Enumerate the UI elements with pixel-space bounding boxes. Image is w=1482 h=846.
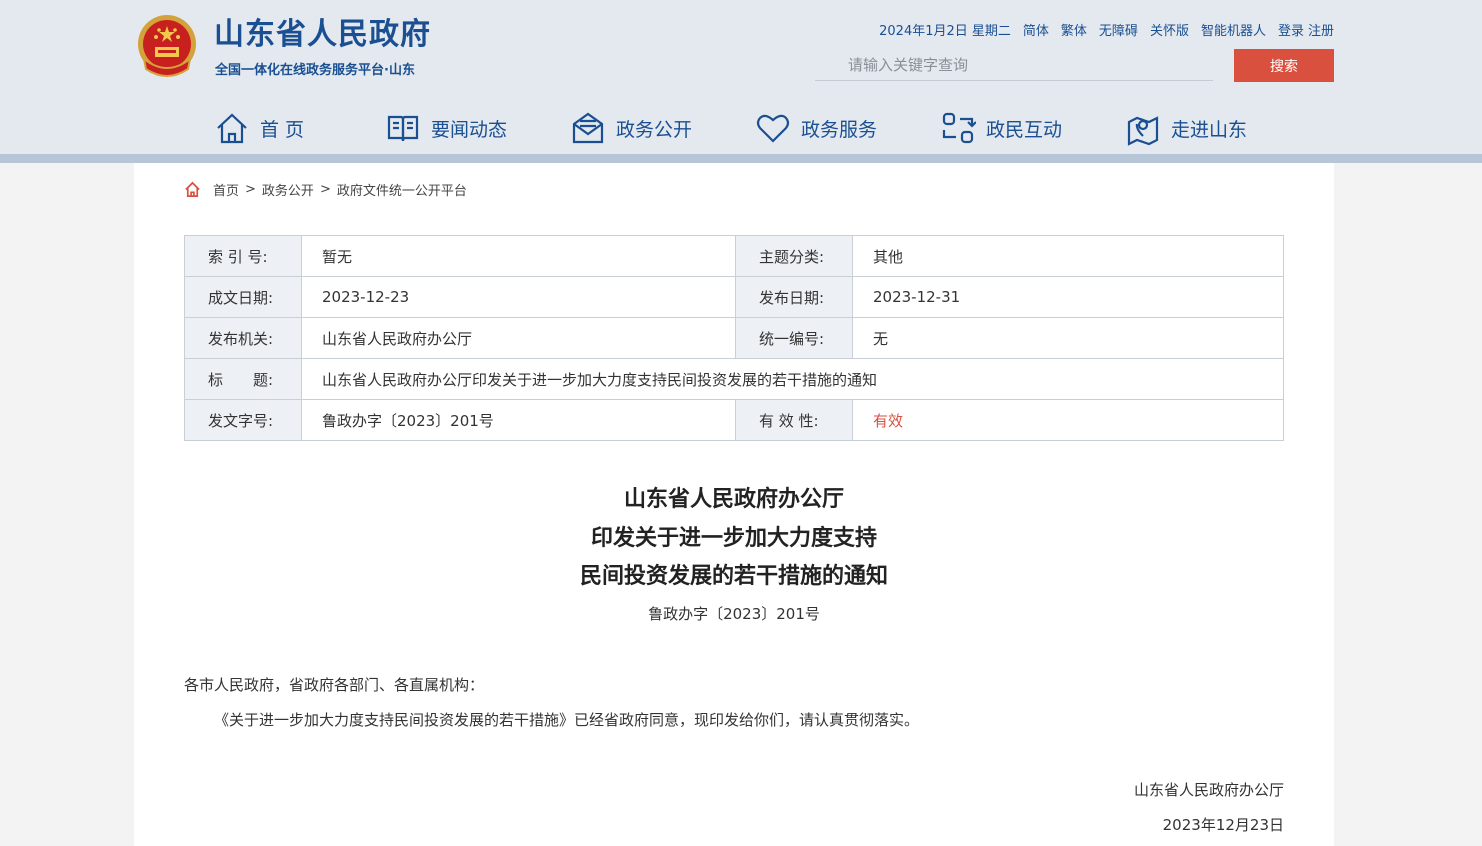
index-value: 暂无 — [301, 235, 736, 277]
issuer-value: 山东省人民政府办公厅 — [301, 317, 736, 359]
main-nav: 首 页 要闻动态 政务公开 政务服务 政民互动 走进山东 — [0, 108, 1482, 148]
nav-label: 要闻动态 — [431, 118, 508, 141]
document-salutation: 各市人民政府，省政府各部门、各直属机构： — [184, 676, 485, 694]
header-divider — [0, 154, 1482, 163]
publish-date-value: 2023-12-31 — [852, 276, 1284, 318]
heart-icon — [756, 114, 790, 143]
document-body: 《关于进一步加大力度支持民间投资发展的若干措施》已经省政府同意，现印发给你们，请… — [214, 711, 920, 729]
article-panel: 首页 > 政务公开 > 政府文件统一公开平台 索 引 号: 暂无 主题分类: 其… — [134, 163, 1334, 846]
login-link[interactable]: 登录 — [1278, 20, 1304, 39]
unified-no-value: 无 — [852, 317, 1284, 359]
nav-label: 政民互动 — [986, 118, 1063, 141]
site-header: 山东省人民政府 全国一体化在线政务服务平台·山东 2024年1月2日 星期二 简… — [0, 0, 1482, 154]
title-value: 山东省人民政府办公厅印发关于进一步加大力度支持民间投资发展的若干措施的通知 — [301, 358, 1284, 400]
nav-label: 政务服务 — [801, 118, 878, 141]
table-row: 发布机关: 山东省人民政府办公厅 统一编号: 无 — [184, 317, 1284, 359]
table-row: 索 引 号: 暂无 主题分类: 其他 — [184, 235, 1284, 277]
document-title-line: 山东省人民政府办公厅 — [623, 487, 844, 512]
publish-date-label: 发布日期: — [735, 276, 853, 318]
breadcrumb: 首页 > 政务公开 > 政府文件统一公开平台 — [184, 180, 467, 199]
site-title[interactable]: 山东省人民政府 — [214, 16, 431, 54]
map-pin-icon — [1127, 116, 1159, 146]
home-icon[interactable] — [184, 181, 201, 198]
table-row: 标 题: 山东省人民政府办公厅印发关于进一步加大力度支持民间投资发展的若干措施的… — [184, 358, 1284, 400]
breadcrumb-home[interactable]: 首页 — [213, 180, 239, 199]
interaction-icon — [942, 112, 976, 144]
current-date: 2024年1月2日 星期二 — [879, 24, 1011, 39]
site-subtitle: 全国一体化在线政务服务平台·山东 — [215, 63, 415, 78]
nav-item-services[interactable]: 政务服务 — [755, 108, 877, 148]
search-input[interactable] — [815, 50, 1213, 81]
category-value: 其他 — [852, 235, 1284, 277]
home-icon — [217, 113, 247, 144]
nav-label: 首 页 — [260, 118, 305, 141]
breadcrumb-separator: > — [245, 182, 256, 197]
breadcrumb-doc-platform[interactable]: 政府文件统一公开平台 — [337, 180, 467, 199]
doc-no-label: 发文字号: — [184, 399, 302, 441]
care-mode-link[interactable]: 关怀版 — [1150, 20, 1189, 39]
nav-label: 政务公开 — [616, 118, 693, 141]
nav-item-open-gov[interactable]: 政务公开 — [570, 108, 692, 148]
written-date-value: 2023-12-23 — [301, 276, 736, 318]
traditional-link[interactable]: 繁体 — [1061, 20, 1087, 39]
accessibility-link[interactable]: 无障碍 — [1099, 20, 1138, 39]
book-icon — [387, 115, 419, 142]
nav-item-interaction[interactable]: 政民互动 — [940, 108, 1062, 148]
table-row: 成文日期: 2023-12-23 发布日期: 2023-12-31 — [184, 276, 1284, 318]
issuer-label: 发布机关: — [184, 317, 302, 359]
document-title: 山东省人民政府办公厅 印发关于进一步加大力度支持 民间投资发展的若干措施的通知 — [134, 481, 1334, 597]
category-label: 主题分类: — [735, 235, 853, 277]
title-label: 标 题: — [184, 358, 302, 400]
breadcrumb-open-gov[interactable]: 政务公开 — [262, 180, 314, 199]
nav-item-news[interactable]: 要闻动态 — [385, 108, 507, 148]
robot-link[interactable]: 智能机器人 — [1201, 20, 1266, 39]
unified-no-label: 统一编号: — [735, 317, 853, 359]
document-number: 鲁政办字〔2023〕201号 — [648, 605, 820, 623]
validity-value: 有效 — [852, 399, 1284, 441]
simplified-link[interactable]: 简体 — [1023, 20, 1049, 39]
document-title-line: 民间投资发展的若干措施的通知 — [579, 564, 888, 589]
written-date-label: 成文日期: — [184, 276, 302, 318]
account-links: 登录 注册 — [1278, 20, 1334, 39]
national-emblem-icon[interactable] — [136, 13, 198, 79]
index-label: 索 引 号: — [184, 235, 302, 277]
signature-date: 2023年12月23日 — [1162, 816, 1284, 834]
search-button[interactable]: 搜索 — [1234, 49, 1334, 82]
register-link[interactable]: 注册 — [1308, 20, 1334, 39]
envelope-icon — [572, 112, 604, 144]
signature-org: 山东省人民政府办公厅 — [1133, 781, 1284, 799]
top-links: 2024年1月2日 星期二 简体 繁体 无障碍 关怀版 智能机器人 登录 注册 — [879, 20, 1334, 39]
table-row: 发文字号: 鲁政办字〔2023〕201号 有 效 性: 有效 — [184, 399, 1284, 441]
validity-label: 有 效 性: — [735, 399, 853, 441]
nav-item-home[interactable]: 首 页 — [214, 108, 304, 148]
breadcrumb-separator: > — [319, 182, 331, 197]
nav-label: 走进山东 — [1171, 118, 1248, 141]
document-title-line: 印发关于进一步加大力度支持 — [590, 525, 877, 551]
nav-item-shandong[interactable]: 走进山东 — [1125, 108, 1247, 148]
doc-no-value: 鲁政办字〔2023〕201号 — [301, 399, 736, 441]
document-metadata-table: 索 引 号: 暂无 主题分类: 其他 成文日期: 2023-12-23 发布日期… — [184, 235, 1284, 441]
